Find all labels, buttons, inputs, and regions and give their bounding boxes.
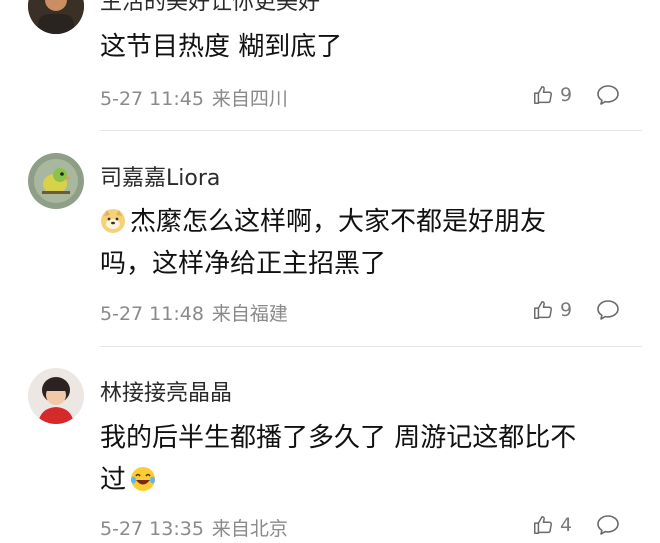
comment-bubble-icon: [597, 85, 619, 105]
username[interactable]: 司嘉嘉Liora: [100, 160, 220, 192]
user-avatar[interactable]: [28, 153, 84, 209]
comment-item: 生活的美好让你更美好 这节目热度 糊到底了 5-27 11:45 来自四川 9: [0, 0, 660, 130]
thumbs-up-icon: [534, 86, 552, 104]
comment-text: 这节目热度 糊到底了: [100, 32, 343, 62]
user-avatar[interactable]: [28, 0, 84, 34]
user-avatar[interactable]: [28, 368, 84, 424]
comment-text-line: 吗，这样净给正主招黑了: [100, 249, 387, 279]
reply-button[interactable]: [596, 84, 620, 106]
like-count: 9: [560, 84, 573, 106]
comment-text-line: 我的后半生都播了多久了 周游记这都比不: [100, 423, 577, 453]
thumbs-up-icon: [534, 516, 552, 534]
comment-text: 我的后半生都播了多久了 周游记这都比不 过: [100, 417, 640, 501]
thumbs-up-icon: [534, 301, 552, 319]
comment-bubble-icon: [597, 515, 619, 535]
laughing-tears-emoji-icon: [131, 467, 156, 491]
comment-time: 5-27 11:45: [100, 88, 204, 110]
reply-button[interactable]: [596, 299, 620, 321]
comment-text-line: 过: [100, 465, 127, 495]
comment-item: 林接接亮晶晶 我的后半生都播了多久了 周游记这都比不 过 5-27 13:35 来…: [0, 347, 660, 543]
comment-meta: 5-27 13:35 来自北京: [100, 514, 288, 541]
comment-location: 来自福建: [211, 303, 288, 325]
comment-time: 5-27 11:48: [100, 303, 204, 325]
like-button[interactable]: 4: [532, 513, 572, 537]
comment-meta: 5-27 11:48 来自福建: [100, 299, 288, 326]
comment-item: 司嘉嘉Liora 杰縻怎么这样啊，大家不都是好朋友 吗，这样净给正主招黑了 5-…: [0, 131, 660, 346]
comment-time: 5-27 13:35: [100, 518, 204, 540]
comment-text: 杰縻怎么这样啊，大家不都是好朋友 吗，这样净给正主招黑了: [100, 201, 640, 285]
comment-text-line: 杰縻怎么这样啊，大家不都是好朋友: [130, 207, 547, 237]
like-button[interactable]: 9: [532, 83, 572, 107]
comment-location: 来自四川: [211, 88, 288, 110]
doge-emoji-icon: [101, 209, 125, 233]
comment-bubble-icon: [597, 300, 619, 320]
comment-meta: 5-27 11:45 来自四川: [100, 84, 288, 111]
like-count: 4: [560, 514, 573, 536]
comment-location: 来自北京: [211, 518, 288, 540]
username[interactable]: 林接接亮晶晶: [100, 375, 232, 407]
like-button[interactable]: 9: [532, 298, 572, 322]
like-count: 9: [560, 299, 573, 321]
username[interactable]: 生活的美好让你更美好: [100, 0, 320, 16]
reply-button[interactable]: [596, 514, 620, 536]
